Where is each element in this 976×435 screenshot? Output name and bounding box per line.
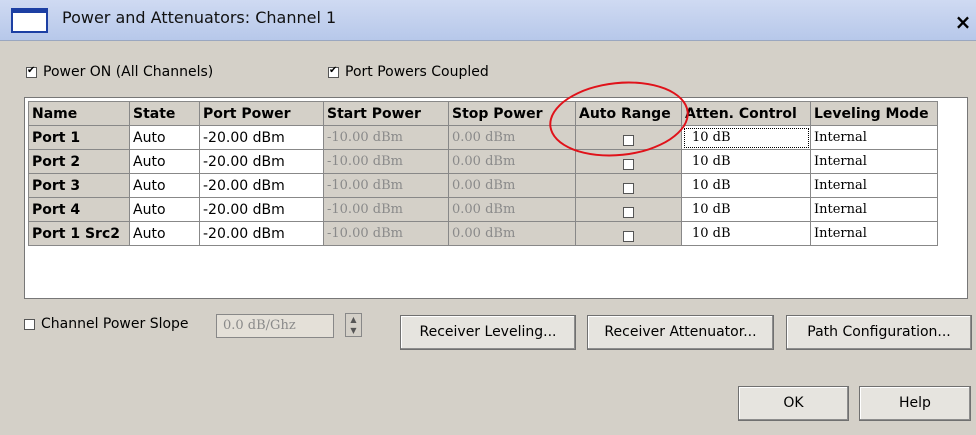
col-header-name: Name	[28, 101, 130, 126]
spin-up-icon[interactable]: ▲	[346, 314, 361, 325]
auto-range-cell[interactable]	[575, 221, 682, 246]
state-cell[interactable]: Auto	[129, 221, 200, 246]
auto-range-checkbox[interactable]	[623, 159, 634, 170]
auto-range-checkbox[interactable]	[623, 231, 634, 242]
auto-range-cell[interactable]	[575, 125, 682, 150]
leveling-mode-cell[interactable]: Internal	[810, 197, 938, 222]
start-power-cell: -10.00 dBm	[323, 221, 449, 246]
title-bar: Power and Attenuators: Channel 1 ×	[0, 0, 976, 41]
stop-power-cell: 0.00 dBm	[448, 125, 576, 150]
table-row: Port 1 Auto -20.00 dBm -10.00 dBm 0.00 d…	[28, 125, 938, 150]
spin-down-icon[interactable]: ▼	[346, 325, 361, 336]
col-header-stop-power: Stop Power	[448, 101, 576, 126]
leveling-mode-cell[interactable]: Internal	[810, 221, 938, 246]
col-header-auto-range: Auto Range	[575, 101, 682, 126]
port-power-cell[interactable]: -20.00 dBm	[199, 197, 324, 222]
receiver-attenuator-button[interactable]: Receiver Attenuator...	[587, 315, 774, 350]
ok-button[interactable]: OK	[738, 386, 849, 421]
atten-control-cell[interactable]: 10 dB	[681, 149, 811, 174]
channel-power-slope-option[interactable]: Channel Power Slope	[24, 316, 189, 332]
start-power-cell: -10.00 dBm	[323, 173, 449, 198]
atten-control-cell[interactable]: 10 dB	[681, 221, 811, 246]
col-header-port-power: Port Power	[199, 101, 324, 126]
power-on-label: Power ON (All Channels)	[43, 64, 214, 80]
port-power-cell[interactable]: -20.00 dBm	[199, 173, 324, 198]
auto-range-checkbox[interactable]	[623, 135, 634, 146]
atten-control-cell[interactable]: 10 dB	[681, 125, 811, 150]
port-power-cell[interactable]: -20.00 dBm	[199, 125, 324, 150]
stop-power-cell: 0.00 dBm	[448, 221, 576, 246]
port-name: Port 1 Src2	[28, 221, 130, 246]
auto-range-cell[interactable]	[575, 173, 682, 198]
power-on-option[interactable]: Power ON (All Channels)	[26, 64, 213, 80]
port-powers-coupled-label: Port Powers Coupled	[345, 64, 489, 80]
leveling-mode-cell[interactable]: Internal	[810, 125, 938, 150]
window-title: Power and Attenuators: Channel 1	[62, 8, 337, 27]
col-header-state: State	[129, 101, 200, 126]
port-power-cell[interactable]: -20.00 dBm	[199, 149, 324, 174]
slope-value-input[interactable]: 0.0 dB/Ghz	[216, 314, 334, 338]
table-row: Port 2 Auto -20.00 dBm -10.00 dBm 0.00 d…	[28, 149, 938, 174]
start-power-cell: -10.00 dBm	[323, 149, 449, 174]
stop-power-cell: 0.00 dBm	[448, 149, 576, 174]
port-name: Port 1	[28, 125, 130, 150]
col-header-start-power: Start Power	[323, 101, 449, 126]
table-row: Port 4 Auto -20.00 dBm -10.00 dBm 0.00 d…	[28, 197, 938, 222]
port-name: Port 3	[28, 173, 130, 198]
state-cell[interactable]: Auto	[129, 125, 200, 150]
auto-range-checkbox[interactable]	[623, 207, 634, 218]
auto-range-checkbox[interactable]	[623, 183, 634, 194]
slope-spinner[interactable]: ▲ ▼	[345, 313, 362, 337]
atten-control-cell[interactable]: 10 dB	[681, 173, 811, 198]
power-on-checkbox[interactable]	[26, 65, 37, 78]
port-powers-coupled-checkbox[interactable]	[328, 65, 339, 78]
table-header-row: Name State Port Power Start Power Stop P…	[28, 101, 938, 126]
window-icon	[11, 8, 48, 33]
stop-power-cell: 0.00 dBm	[448, 197, 576, 222]
receiver-leveling-button[interactable]: Receiver Leveling...	[400, 315, 576, 350]
leveling-mode-cell[interactable]: Internal	[810, 173, 938, 198]
port-powers-coupled-option[interactable]: Port Powers Coupled	[328, 64, 489, 80]
col-header-leveling-mode: Leveling Mode	[810, 101, 938, 126]
close-button[interactable]: ×	[950, 9, 976, 35]
col-header-atten-control: Atten. Control	[681, 101, 811, 126]
ports-table: Name State Port Power Start Power Stop P…	[28, 101, 938, 246]
leveling-mode-cell[interactable]: Internal	[810, 149, 938, 174]
channel-power-slope-checkbox[interactable]	[24, 318, 35, 330]
auto-range-cell[interactable]	[575, 197, 682, 222]
start-power-cell: -10.00 dBm	[323, 197, 449, 222]
ports-grid: Name State Port Power Start Power Stop P…	[24, 97, 968, 299]
table-row: Port 1 Src2 Auto -20.00 dBm -10.00 dBm 0…	[28, 221, 938, 246]
state-cell[interactable]: Auto	[129, 197, 200, 222]
path-configuration-button[interactable]: Path Configuration...	[786, 315, 972, 350]
auto-range-cell[interactable]	[575, 149, 682, 174]
port-name: Port 2	[28, 149, 130, 174]
stop-power-cell: 0.00 dBm	[448, 173, 576, 198]
port-name: Port 4	[28, 197, 130, 222]
table-row: Port 3 Auto -20.00 dBm -10.00 dBm 0.00 d…	[28, 173, 938, 198]
channel-power-slope-label: Channel Power Slope	[41, 316, 189, 332]
atten-control-cell[interactable]: 10 dB	[681, 197, 811, 222]
help-button[interactable]: Help	[859, 386, 971, 421]
state-cell[interactable]: Auto	[129, 149, 200, 174]
port-power-cell[interactable]: -20.00 dBm	[199, 221, 324, 246]
state-cell[interactable]: Auto	[129, 173, 200, 198]
start-power-cell: -10.00 dBm	[323, 125, 449, 150]
